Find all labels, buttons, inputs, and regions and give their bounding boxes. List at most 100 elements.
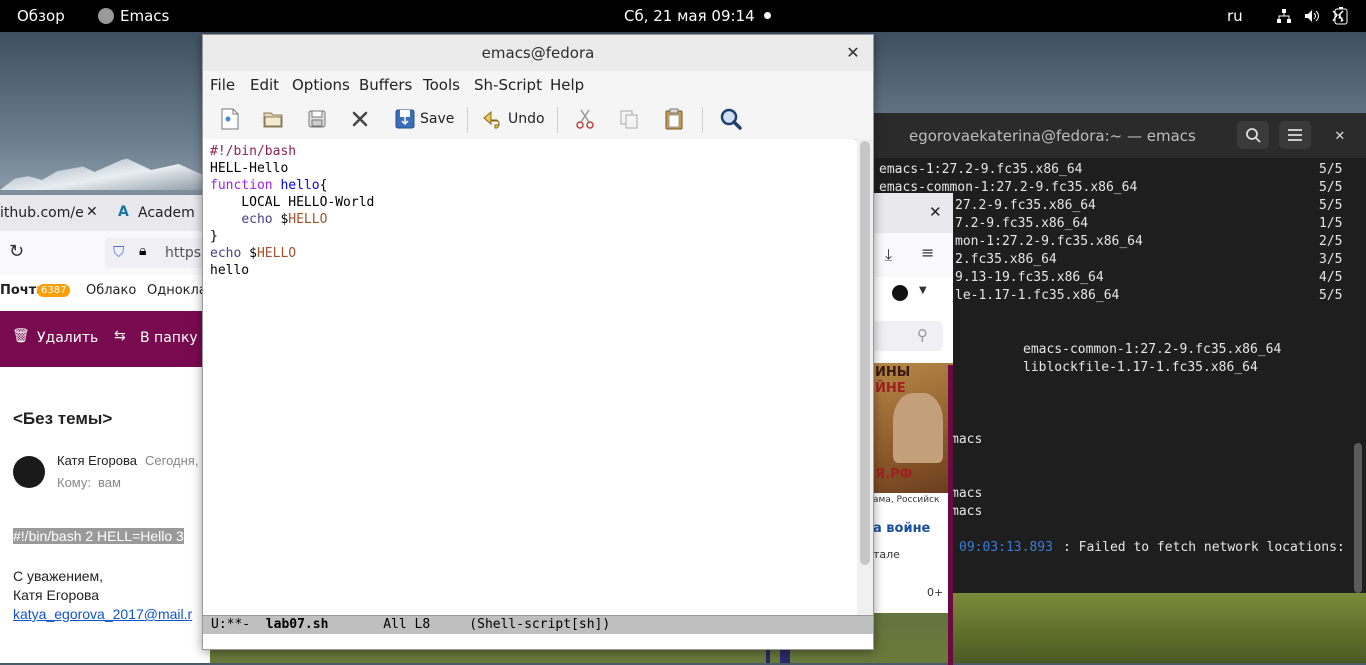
- code-line: LOCAL HELLO-World: [210, 195, 375, 210]
- url-text[interactable]: https: [165, 245, 201, 261]
- hamburger-icon[interactable]: ≡: [921, 243, 934, 262]
- bookmark-cloud[interactable]: Облако: [86, 283, 136, 298]
- browser-window-2: ✕ ⤓ ≡ ▼ ⚲ ИНЫ ЙНЕ Я.РФ ама, Российск а в…: [873, 193, 953, 613]
- tab-github[interactable]: ithub.com/e: [0, 205, 84, 221]
- undo-label: Undo: [508, 111, 545, 127]
- code-keyword: function: [210, 178, 273, 193]
- kill-buffer-button[interactable]: [350, 107, 370, 131]
- app-menu[interactable]: Emacs: [120, 7, 169, 25]
- activities-button[interactable]: Обзор: [17, 7, 65, 25]
- sender-name[interactable]: Катя Егорова: [57, 453, 137, 468]
- terminal-line: macs: [951, 486, 983, 501]
- code-line: HELL-Hello: [210, 161, 289, 176]
- copy-button[interactable]: [618, 107, 640, 131]
- notification-dot: [764, 12, 771, 19]
- toolbar-separator: [557, 107, 558, 133]
- ad-text: ИНЫ: [875, 365, 911, 380]
- close-icon[interactable]: ✕: [929, 203, 942, 221]
- code-dollar: $: [241, 246, 257, 261]
- close-buffer-button[interactable]: [306, 107, 328, 131]
- academia-icon: A: [118, 204, 129, 220]
- search-icon: [720, 108, 742, 130]
- search-icon: [1246, 128, 1261, 143]
- search-input[interactable]: ⚲: [873, 321, 943, 351]
- tab-close-icon[interactable]: ✕: [86, 204, 98, 220]
- save-button[interactable]: Save: [394, 107, 454, 131]
- search-button[interactable]: [1237, 121, 1269, 149]
- terminal-line: 7.2-9.fc35.x86_64: [955, 216, 1089, 231]
- menu-tools[interactable]: Tools: [423, 76, 460, 94]
- bookmark-ok[interactable]: Однокла: [147, 283, 207, 298]
- move-icon: ⇆: [114, 328, 126, 344]
- terminal-line-count: 1/5: [1319, 216, 1343, 231]
- avatar[interactable]: [892, 285, 908, 301]
- battery-icon[interactable]: [1334, 7, 1348, 25]
- top-bar: Обзор Emacs Сб, 21 мая 09:14 ru: [0, 0, 1366, 32]
- terminal-line-count: 2/5: [1319, 234, 1343, 249]
- keyboard-layout[interactable]: ru: [1227, 7, 1243, 25]
- browser-nav-bar: ⤓ ≡: [873, 233, 953, 277]
- mail-body-selection: #!/bin/bash 2 HELL=Hello 3: [13, 528, 184, 544]
- code-line: #!/bin/bash: [210, 143, 296, 160]
- scrollbar-thumb[interactable]: [860, 141, 870, 565]
- terminal-line: 9.13-19.fc35.x86_64: [955, 270, 1104, 285]
- clock[interactable]: Сб, 21 мая 09:14: [624, 7, 755, 25]
- code-line: echo $HELLO: [210, 245, 296, 262]
- article-link[interactable]: а войне: [873, 521, 930, 536]
- terminal-line: emacs-1:27.2-9.fc35.x86_64: [879, 162, 1083, 177]
- mode-line: U:**- lab07.sh All L8 (Shell-script[sh]): [203, 615, 873, 634]
- terminal-scrollbar[interactable]: [1354, 443, 1362, 593]
- paste-button[interactable]: [663, 107, 685, 131]
- menu-file[interactable]: File: [210, 76, 235, 94]
- search-button[interactable]: [719, 107, 743, 131]
- avatar[interactable]: [13, 456, 45, 488]
- network-icon[interactable]: [1276, 8, 1292, 24]
- lock-icon: 🔒︎: [139, 243, 147, 259]
- reload-icon[interactable]: ↻: [9, 241, 24, 262]
- menu-edit[interactable]: Edit: [250, 76, 279, 94]
- open-folder-button[interactable]: [262, 107, 284, 131]
- code-function-name: hello: [280, 178, 320, 193]
- to-value: вам: [98, 475, 121, 490]
- scissors-icon: [576, 109, 594, 129]
- chevron-down-icon[interactable]: ▼: [919, 285, 927, 296]
- terminal-line: macs: [951, 504, 983, 519]
- close-icon[interactable]: ✕: [843, 43, 863, 63]
- move-to-folder-button[interactable]: В папку: [140, 330, 198, 346]
- menu-button[interactable]: [1279, 121, 1311, 149]
- terminal-line: 27.2-9.fc35.x86_64: [955, 198, 1096, 213]
- code-builtin: echo: [210, 246, 242, 261]
- terminal-line-count: 5/5: [1319, 180, 1343, 195]
- mail-subject: <Без темы>: [13, 409, 113, 428]
- mail-date: Сегодня,: [145, 453, 199, 468]
- code-line: echo $HELLO: [210, 211, 327, 228]
- ad-banner[interactable]: ИНЫ ЙНЕ Я.РФ: [873, 363, 953, 493]
- ad-text: ЙНЕ: [875, 381, 906, 396]
- email-link[interactable]: katya_egorova_2017@mail.r: [13, 606, 192, 622]
- new-file-button[interactable]: [219, 107, 241, 131]
- minibuffer[interactable]: [203, 634, 873, 649]
- mail-content: <Без темы> Катя Егорова Сегодня, Кому: в…: [0, 367, 210, 663]
- undo-icon: [483, 110, 500, 129]
- bookmarks-bar: Почта 6387 Облако Однокла: [0, 275, 210, 307]
- menu-help[interactable]: Help: [550, 76, 584, 94]
- shield-icon: ⛉: [113, 243, 125, 261]
- volume-icon[interactable]: [1304, 8, 1320, 24]
- emacs-window: emacs@fedora ✕ File Edit Options Buffers…: [202, 34, 874, 650]
- cut-button[interactable]: [574, 107, 596, 131]
- toolbar: Save Undo: [203, 99, 873, 140]
- save-icon: [395, 109, 415, 129]
- menu-options[interactable]: Options: [292, 76, 350, 94]
- tab-academia[interactable]: Academ: [138, 205, 195, 221]
- close-icon[interactable]: ✕: [1335, 125, 1345, 144]
- menu-bar: File Edit Options Buffers Tools Sh-Scrip…: [203, 71, 873, 100]
- delete-button[interactable]: Удалить: [37, 330, 98, 346]
- undo-button[interactable]: Undo: [482, 107, 545, 131]
- editor-buffer[interactable]: #!/bin/bash HELL-Hello function hello{ L…: [203, 139, 853, 615]
- download-icon[interactable]: ⤓: [885, 245, 892, 265]
- clipboard-icon: [665, 108, 683, 130]
- terminal-line-count: 3/5: [1319, 252, 1343, 267]
- menu-sh-script[interactable]: Sh-Script: [474, 76, 542, 94]
- menu-buffers[interactable]: Buffers: [359, 76, 412, 94]
- url-bar[interactable]: ⛉ 🔒︎ https: [105, 238, 210, 268]
